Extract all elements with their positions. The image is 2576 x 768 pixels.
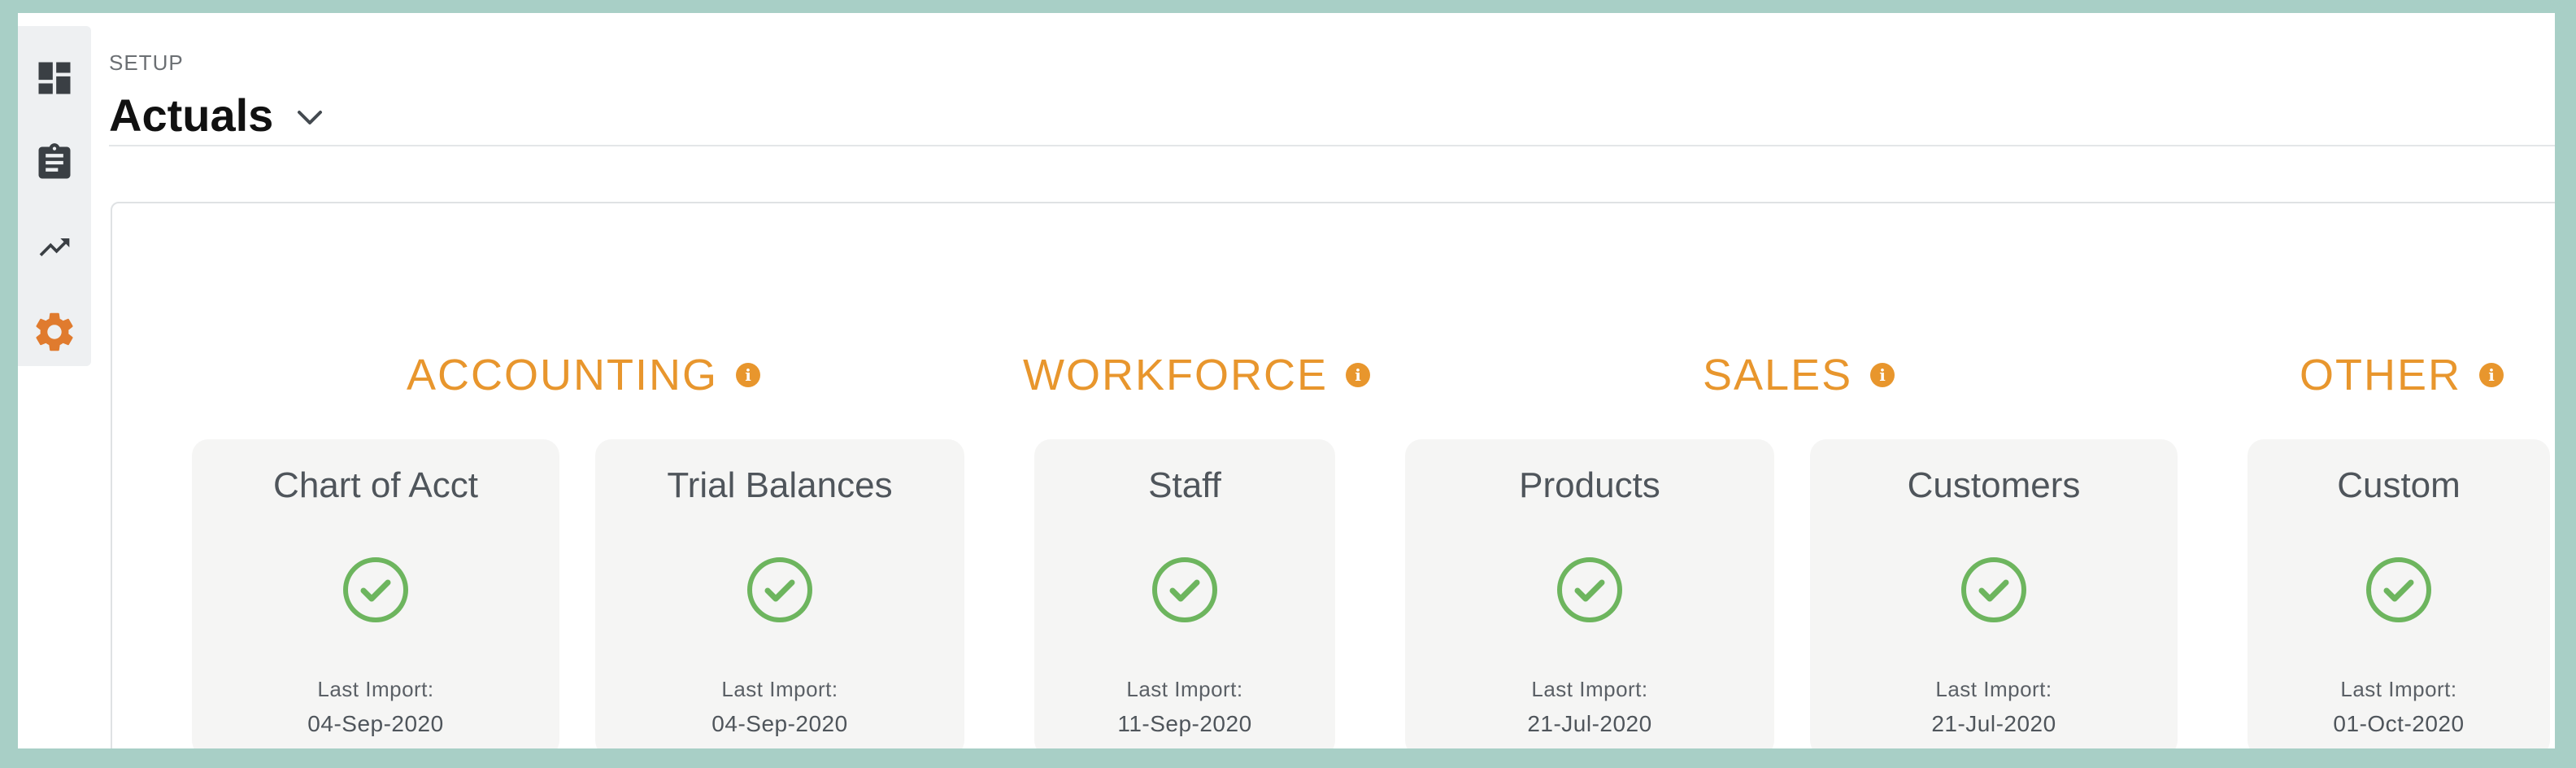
breadcrumb: SETUP xyxy=(109,50,184,75)
sidebar-item-settings[interactable] xyxy=(18,299,91,364)
last-import-date: 11-Sep-2020 xyxy=(1117,711,1252,736)
sidebar xyxy=(18,26,91,366)
group-heading-label: SALES xyxy=(1703,351,1853,399)
trending-up-icon xyxy=(39,238,70,256)
group-heading-accounting: ACCOUNTING i xyxy=(407,350,760,400)
import-panel: ACCOUNTING i WORKFORCE i SALES i OTHER i… xyxy=(111,202,2555,748)
import-card-custom[interactable]: Custom Last Import: 01-Oct-2020 xyxy=(2247,439,2550,748)
group-heading-other: OTHER i xyxy=(2300,350,2504,400)
last-import-label: Last Import: xyxy=(1531,677,1648,701)
import-card-chart-of-acct[interactable]: Chart of Acct Last Import: 04-Sep-2020 xyxy=(192,439,559,748)
card-title: Products xyxy=(1519,465,1660,505)
check-circle-icon xyxy=(747,557,812,622)
group-heading-workforce: WORKFORCE i xyxy=(1023,350,1370,400)
check-circle-icon xyxy=(1557,557,1622,622)
info-icon[interactable]: i xyxy=(736,363,760,387)
page-title-row: Actuals xyxy=(109,91,324,140)
check-circle-icon xyxy=(1961,557,2026,622)
last-import-date: 21-Jul-2020 xyxy=(1527,711,1652,736)
gear-icon xyxy=(36,312,73,351)
app-window: SETUP Actuals ACCOUNTING i WORKFORCE i S… xyxy=(18,13,2555,748)
sidebar-item-dashboard[interactable] xyxy=(18,46,91,111)
import-card-products[interactable]: Products Last Import: 21-Jul-2020 xyxy=(1405,439,1774,748)
import-card-staff[interactable]: Staff Last Import: 11-Sep-2020 xyxy=(1034,439,1335,748)
last-import-label: Last Import: xyxy=(721,677,838,701)
group-heading-label: ACCOUNTING xyxy=(407,351,718,399)
last-import-date: 21-Jul-2020 xyxy=(1931,711,2056,736)
last-import-label: Last Import: xyxy=(1935,677,2052,701)
last-import-date: 01-Oct-2020 xyxy=(2333,711,2465,736)
last-import-date: 04-Sep-2020 xyxy=(307,711,444,736)
card-title: Custom xyxy=(2337,465,2461,505)
check-circle-icon xyxy=(1152,557,1217,622)
group-heading-label: OTHER xyxy=(2300,351,2461,399)
info-icon[interactable]: i xyxy=(1870,363,1895,387)
clipboard-icon xyxy=(38,143,71,179)
card-title: Trial Balances xyxy=(667,465,893,505)
import-card-trial-balances[interactable]: Trial Balances Last Import: 04-Sep-2020 xyxy=(595,439,964,748)
last-import-label: Last Import: xyxy=(1126,677,1243,701)
check-circle-icon xyxy=(2366,557,2431,622)
group-heading-sales: SALES i xyxy=(1703,350,1895,400)
card-title: Customers xyxy=(1907,465,2081,505)
sidebar-item-reports[interactable] xyxy=(18,130,91,195)
sidebar-item-analytics[interactable] xyxy=(18,215,91,280)
chevron-down-icon xyxy=(298,111,323,124)
dashboard-icon xyxy=(38,62,71,94)
check-circle-icon xyxy=(343,557,408,622)
card-title: Chart of Acct xyxy=(273,465,478,505)
last-import-label: Last Import: xyxy=(317,677,434,701)
page-title: Actuals xyxy=(109,89,274,141)
import-card-customers[interactable]: Customers Last Import: 21-Jul-2020 xyxy=(1810,439,2178,748)
title-dropdown-button[interactable] xyxy=(296,109,324,127)
last-import-date: 04-Sep-2020 xyxy=(711,711,848,736)
info-icon[interactable]: i xyxy=(1346,363,1370,387)
header-divider xyxy=(109,145,2555,146)
info-icon[interactable]: i xyxy=(2479,363,2504,387)
group-heading-label: WORKFORCE xyxy=(1023,351,1328,399)
last-import-label: Last Import: xyxy=(2340,677,2457,701)
card-title: Staff xyxy=(1148,465,1221,505)
